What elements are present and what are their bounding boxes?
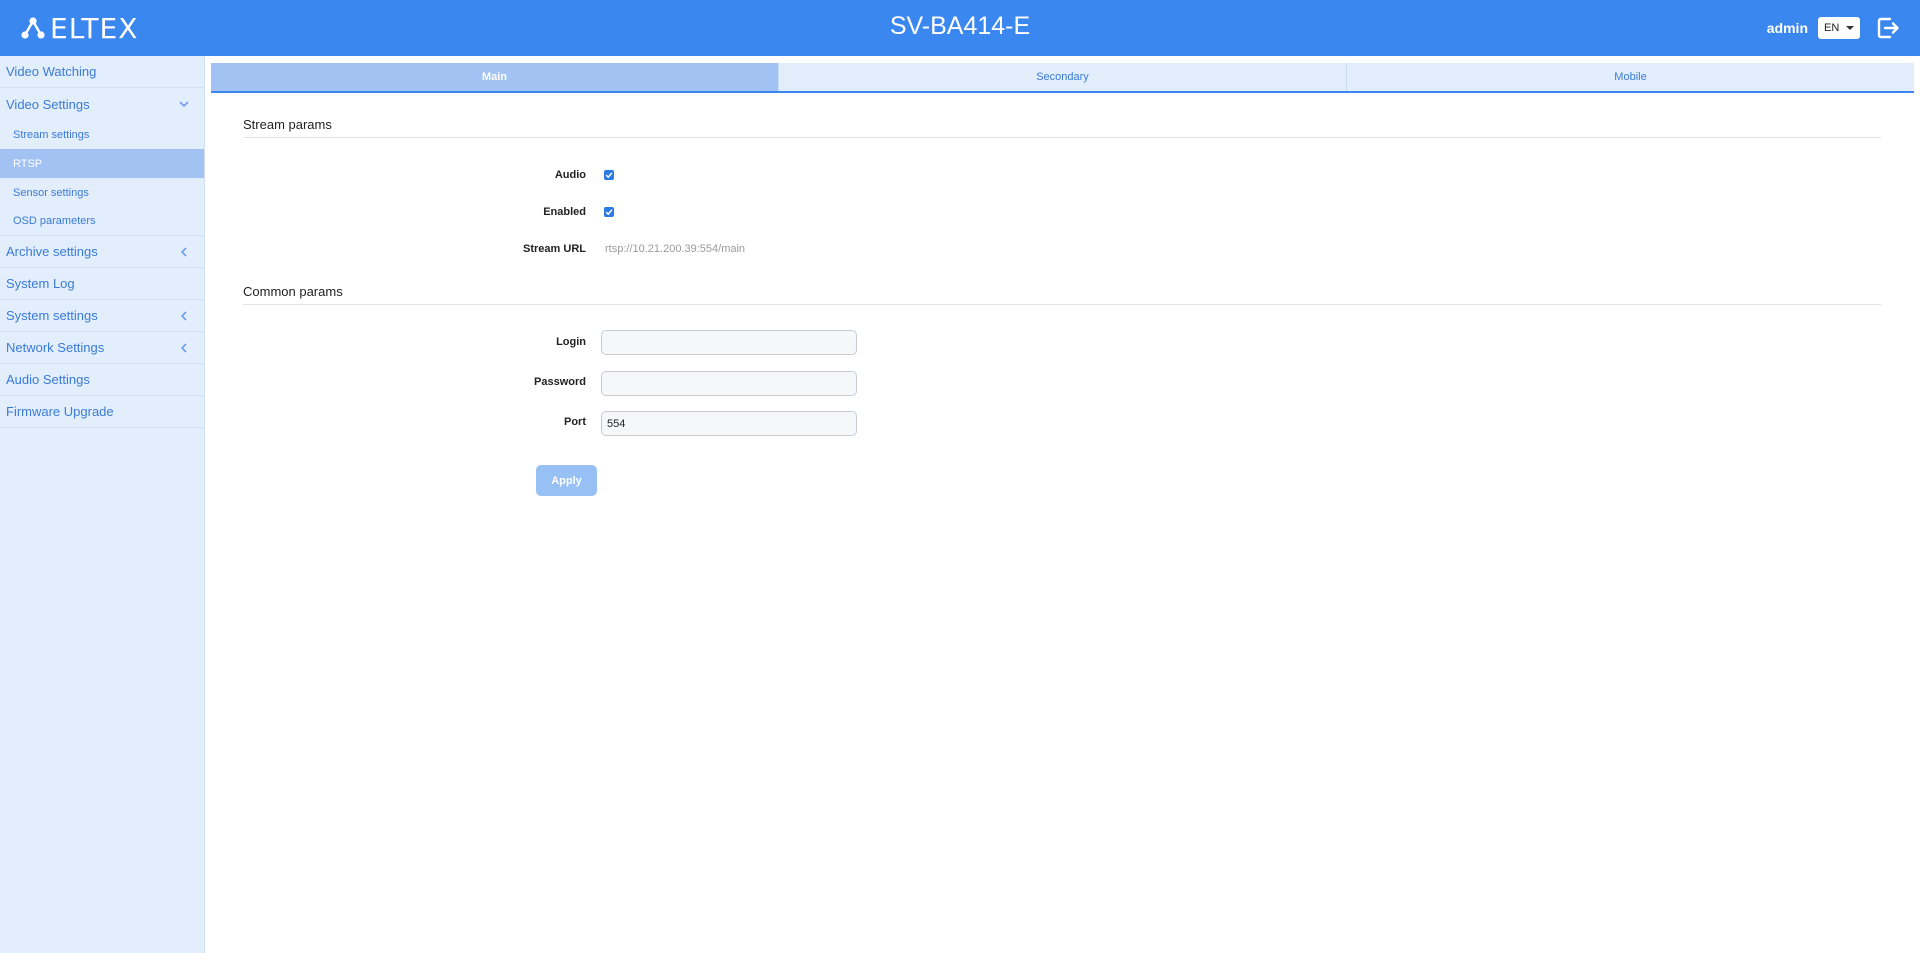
sidebar-item-audio-settings[interactable]: Audio Settings — [0, 364, 204, 396]
caret-down-icon — [1846, 26, 1854, 30]
device-title: SV-BA414-E — [889, 12, 1031, 40]
sidebar-item-label: Network Settings — [6, 340, 105, 355]
sidebar-item-label: System settings — [6, 308, 98, 323]
sidebar-item-system-settings[interactable]: System settings — [0, 300, 204, 332]
chevron-left-icon — [180, 342, 187, 353]
tab-label: Secondary — [1036, 71, 1089, 83]
port-input[interactable]: 554 — [601, 411, 857, 436]
logout-icon[interactable] — [1876, 16, 1900, 40]
sidebar-item-archive-settings[interactable]: Archive settings — [0, 236, 204, 268]
audio-label: Audio — [554, 169, 586, 181]
tab-mobile[interactable]: Mobile — [1347, 63, 1914, 91]
sidebar-item-video-watching[interactable]: Video Watching — [0, 56, 204, 88]
sidebar-item-sensor-settings[interactable]: Sensor settings — [0, 178, 204, 207]
sidebar-item-label: Audio Settings — [6, 372, 90, 387]
sidebar-item-label: Video Watching — [6, 64, 97, 79]
sidebar-item-firmware-upgrade[interactable]: Firmware Upgrade — [0, 396, 204, 428]
sidebar-item-label: Video Settings — [6, 96, 90, 112]
login-input[interactable] — [601, 330, 857, 355]
username: admin — [1766, 20, 1808, 36]
sidebar-item-label: Stream settings — [13, 128, 90, 141]
sidebar: Video Watching Video Settings Stream set… — [0, 56, 205, 953]
sidebar-item-label: Firmware Upgrade — [6, 404, 114, 419]
section-title-stream-params: Stream params — [243, 117, 1881, 138]
language-value: EN — [1824, 22, 1840, 34]
sidebar-item-stream-settings[interactable]: Stream settings — [0, 120, 204, 149]
chevron-left-icon — [180, 246, 187, 257]
chevron-left-icon — [180, 310, 187, 321]
stream-url-label: Stream URL — [523, 243, 586, 255]
sidebar-item-rtsp[interactable]: RTSP — [0, 149, 204, 178]
tab-main[interactable]: Main — [211, 63, 779, 91]
enabled-checkbox[interactable] — [604, 207, 614, 217]
enabled-label: Enabled — [543, 206, 586, 218]
tab-label: Mobile — [1614, 71, 1647, 83]
stream-url-value: rtsp://10.21.200.39:554/main — [605, 243, 746, 255]
sidebar-item-network-settings[interactable]: Network Settings — [0, 332, 204, 364]
login-label: Login — [556, 336, 586, 348]
stream-tabs: Main Secondary Mobile — [211, 63, 1914, 93]
section-title-common-params: Common params — [243, 284, 1881, 305]
sidebar-item-video-settings[interactable]: Video Settings — [0, 88, 204, 120]
top-header: ELTEX SV-BA414-E admin EN — [0, 0, 1920, 56]
sidebar-item-label: System Log — [6, 276, 75, 291]
checkmark-icon — [605, 209, 613, 216]
sidebar-item-label: Archive settings — [6, 244, 98, 259]
audio-checkbox[interactable] — [604, 170, 614, 180]
password-label: Password — [534, 376, 586, 388]
password-input[interactable] — [601, 371, 857, 396]
chevron-down-icon — [179, 101, 189, 108]
sidebar-item-label: Sensor settings — [13, 186, 89, 199]
sidebar-item-osd-parameters[interactable]: OSD parameters — [0, 207, 204, 236]
header-controls: admin EN — [1767, 14, 1900, 42]
tab-label: Main — [481, 71, 508, 83]
port-label: Port — [564, 416, 586, 428]
tab-secondary[interactable]: Secondary — [779, 63, 1347, 91]
apply-button[interactable]: Apply — [536, 465, 597, 496]
checkmark-icon — [605, 172, 613, 179]
language-select[interactable]: EN — [1818, 17, 1860, 39]
sidebar-item-label: RTSP — [13, 157, 43, 170]
sidebar-item-label: OSD parameters — [13, 215, 96, 227]
sidebar-item-system-log[interactable]: System Log — [0, 268, 204, 300]
